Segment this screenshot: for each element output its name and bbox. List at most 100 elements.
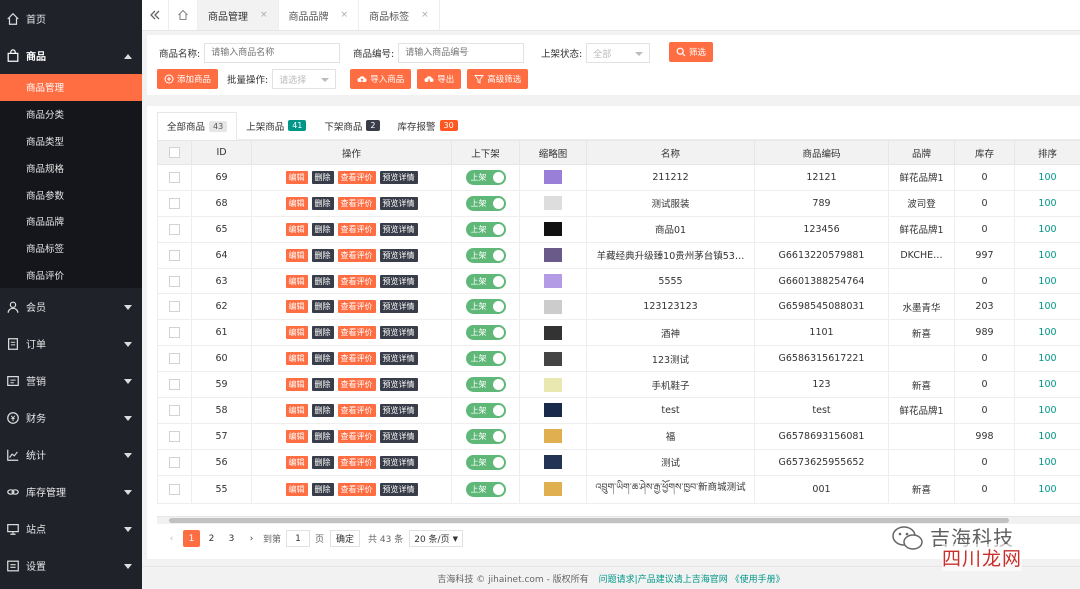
sort-cell[interactable]: 100 [1014, 371, 1080, 399]
product-thumbnail[interactable] [544, 299, 562, 314]
view-reviews-button[interactable]: 查看评价 [337, 274, 376, 288]
sidebar-subitem-goods-spec[interactable]: 商品规格 [0, 154, 142, 181]
sidebar-item-finance[interactable]: 财务 [0, 399, 142, 436]
goods-code-input[interactable] [398, 43, 525, 63]
on-sale-toggle[interactable]: 上架 [465, 428, 506, 444]
preview-details-button[interactable]: 预览详情 [379, 429, 418, 443]
column-header[interactable]: 库存 [954, 140, 1015, 165]
view-reviews-button[interactable]: 查看评价 [337, 352, 376, 366]
delete-button[interactable]: 删除 [311, 378, 334, 392]
sort-cell[interactable]: 100 [1014, 189, 1080, 217]
preview-details-button[interactable]: 预览详情 [379, 170, 418, 184]
sort-cell[interactable]: 100 [1014, 215, 1080, 243]
delete-button[interactable]: 删除 [311, 170, 334, 184]
on-sale-toggle[interactable]: 上架 [465, 351, 506, 367]
sidebar-item-settings[interactable]: 设置 [0, 547, 142, 584]
goto-page-input[interactable]: 1 [286, 530, 311, 547]
product-thumbnail[interactable] [544, 248, 562, 263]
sidebar-item-stats[interactable]: 统计 [0, 436, 142, 473]
product-thumbnail[interactable] [544, 222, 562, 237]
delete-button[interactable]: 删除 [311, 403, 334, 417]
next-page-icon[interactable]: › [243, 530, 260, 547]
view-reviews-button[interactable]: 查看评价 [337, 403, 376, 417]
sidebar-item-home[interactable]: 首页 [0, 0, 142, 37]
sort-cell[interactable]: 100 [1014, 474, 1080, 504]
edit-button[interactable]: 编辑 [285, 429, 308, 443]
on-sale-toggle[interactable]: 上架 [465, 169, 506, 185]
tab-goods-brand[interactable]: 商品品牌 × [279, 0, 360, 30]
view-reviews-button[interactable]: 查看评价 [337, 429, 376, 443]
delete-button[interactable]: 删除 [311, 326, 334, 340]
preview-details-button[interactable]: 预览详情 [379, 482, 418, 496]
tab-goods-manage[interactable]: 商品管理 × [198, 0, 279, 30]
view-reviews-button[interactable]: 查看评价 [337, 378, 376, 392]
status-select[interactable]: 全部 [586, 43, 651, 63]
tab-on-sale[interactable]: 上架商品 41 [237, 112, 315, 139]
delete-button[interactable]: 删除 [311, 300, 334, 314]
view-reviews-button[interactable]: 查看评价 [337, 196, 376, 210]
batch-select[interactable]: 请选择 [272, 69, 337, 89]
row-checkbox[interactable] [169, 301, 180, 313]
product-thumbnail[interactable] [544, 482, 562, 497]
row-checkbox[interactable] [169, 404, 180, 416]
footer-link[interactable]: 问题请求|产品建议请上吉海官网 《使用手册》 [599, 572, 785, 585]
view-reviews-button[interactable]: 查看评价 [337, 248, 376, 262]
sort-cell[interactable]: 100 [1014, 267, 1080, 295]
page-number[interactable]: 1 [183, 530, 200, 547]
preview-details-button[interactable]: 预览详情 [379, 352, 418, 366]
per-page-select[interactable]: 20 条/页 ▼ [409, 530, 463, 547]
add-goods-button[interactable]: 添加商品 [157, 69, 219, 89]
sort-cell[interactable]: 100 [1014, 293, 1080, 321]
row-checkbox[interactable] [169, 379, 180, 391]
sidebar-subitem-goods-manage[interactable]: 商品管理 [0, 74, 142, 101]
edit-button[interactable]: 编辑 [285, 352, 308, 366]
edit-button[interactable]: 编辑 [285, 326, 308, 340]
product-thumbnail[interactable] [544, 377, 562, 392]
delete-button[interactable]: 删除 [311, 196, 334, 210]
on-sale-toggle[interactable]: 上架 [465, 195, 506, 211]
tab-stock-alert[interactable]: 库存报警 30 [389, 112, 467, 139]
on-sale-toggle[interactable]: 上架 [465, 454, 506, 470]
row-checkbox[interactable] [169, 275, 180, 287]
sidebar-subitem-goods-param[interactable]: 商品参数 [0, 181, 142, 208]
sidebar-item-order[interactable]: 订单 [0, 325, 142, 362]
row-checkbox[interactable] [169, 223, 180, 235]
view-reviews-button[interactable]: 查看评价 [337, 170, 376, 184]
on-sale-toggle[interactable]: 上架 [465, 273, 506, 289]
row-checkbox[interactable] [169, 456, 180, 468]
row-checkbox[interactable] [169, 249, 180, 261]
edit-button[interactable]: 编辑 [285, 222, 308, 236]
edit-button[interactable]: 编辑 [285, 274, 308, 288]
edit-button[interactable]: 编辑 [285, 403, 308, 417]
sidebar-item-inventory[interactable]: 库存管理 [0, 473, 142, 510]
home-tab-icon[interactable] [168, 0, 198, 30]
close-icon[interactable]: × [260, 10, 268, 20]
on-sale-toggle[interactable]: 上架 [465, 247, 506, 263]
preview-details-button[interactable]: 预览详情 [379, 196, 418, 210]
row-checkbox[interactable] [169, 430, 180, 442]
sort-cell[interactable]: 100 [1014, 164, 1080, 191]
sidebar-subitem-goods-review[interactable]: 商品评价 [0, 262, 142, 289]
edit-button[interactable]: 编辑 [285, 170, 308, 184]
product-thumbnail[interactable] [544, 351, 562, 366]
view-reviews-button[interactable]: 查看评价 [337, 326, 376, 340]
select-all-checkbox[interactable] [169, 147, 180, 158]
on-sale-toggle[interactable]: 上架 [465, 299, 506, 315]
edit-button[interactable]: 编辑 [285, 248, 308, 262]
export-button[interactable]: 导出 [417, 69, 462, 89]
close-icon[interactable]: × [341, 10, 349, 20]
preview-details-button[interactable]: 预览详情 [379, 326, 418, 340]
edit-button[interactable]: 编辑 [285, 378, 308, 392]
sidebar-item-goods[interactable]: 商品 [0, 37, 142, 74]
sidebar-subitem-goods-brand[interactable]: 商品品牌 [0, 208, 142, 235]
edit-button[interactable]: 编辑 [285, 455, 308, 469]
preview-details-button[interactable]: 预览详情 [379, 403, 418, 417]
preview-details-button[interactable]: 预览详情 [379, 455, 418, 469]
sidebar-subitem-goods-tag[interactable]: 商品标签 [0, 235, 142, 262]
search-button[interactable]: 筛选 [669, 42, 714, 62]
close-icon[interactable]: × [421, 10, 429, 20]
collapse-sidebar-icon[interactable] [142, 0, 168, 30]
column-header[interactable]: 排序 [1014, 140, 1080, 165]
preview-details-button[interactable]: 预览详情 [379, 300, 418, 314]
product-thumbnail[interactable] [544, 455, 562, 470]
